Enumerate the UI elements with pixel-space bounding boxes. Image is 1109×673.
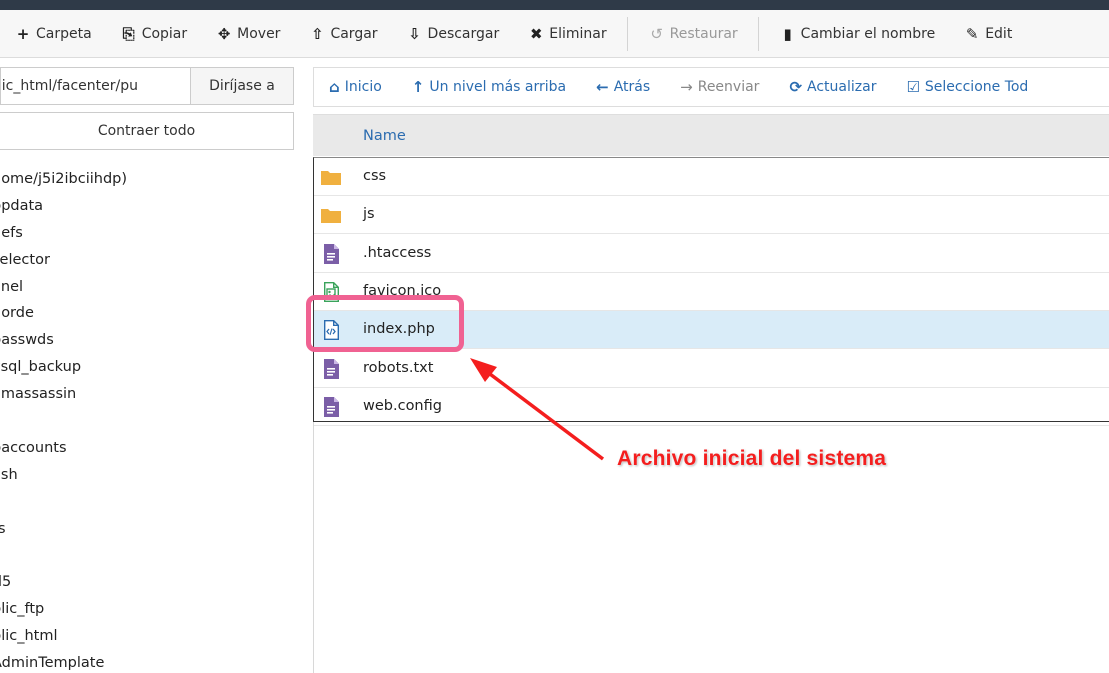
tree-item[interactable]: baccounts bbox=[0, 435, 300, 462]
tree-item[interactable]: blic_html bbox=[0, 623, 300, 650]
upload-icon: ⇧ bbox=[311, 24, 324, 43]
top-strip bbox=[0, 0, 1109, 10]
file-row[interactable]: robots.txt bbox=[314, 350, 1109, 388]
tree-item[interactable]: selector bbox=[0, 247, 300, 274]
toolbar-copiar-button[interactable]: ⎘ Copiar bbox=[106, 10, 201, 57]
checkbox-icon: ☑ bbox=[906, 78, 920, 96]
toolbar-separator bbox=[757, 16, 759, 51]
toolbar-cargar-button[interactable]: ⇧ Cargar bbox=[294, 10, 391, 57]
file-row[interactable]: web.config bbox=[314, 388, 1109, 426]
tree-item[interactable]: blic_ftp bbox=[0, 596, 300, 623]
text-file-icon bbox=[320, 396, 342, 417]
directory-tree: nome/j5i2ibciihdp)ppdatagefsselectoranel… bbox=[0, 166, 300, 673]
file-row[interactable]: js bbox=[314, 196, 1109, 235]
tree-item[interactable]: rl5 bbox=[0, 569, 300, 596]
toolbar-button-label: Cambiar el nombre bbox=[800, 25, 936, 42]
restore-icon: ↺ bbox=[650, 24, 663, 43]
toolbar-restaurar-button[interactable]: ↺ Restaurar bbox=[634, 10, 752, 57]
file-row[interactable]: .htaccess bbox=[314, 235, 1109, 273]
nav-button-label: Seleccione Tod bbox=[924, 79, 1029, 95]
rename-file-icon: ▮ bbox=[783, 24, 792, 43]
arrow-left-icon: ← bbox=[596, 78, 609, 96]
tree-item[interactable]: gefs bbox=[0, 220, 300, 247]
refresh-icon: ⟳ bbox=[789, 78, 803, 96]
file-name[interactable]: web.config bbox=[363, 388, 442, 425]
edit-pencil-icon: ✎ bbox=[965, 24, 979, 43]
toolbar-button-label: Edit bbox=[985, 25, 1013, 42]
tree-item[interactable]: ppdata bbox=[0, 193, 300, 220]
folder-icon bbox=[320, 205, 342, 225]
panel-divider bbox=[313, 418, 314, 673]
toolbar-cambiar-el-nombre-button[interactable]: ▮ Cambiar el nombre bbox=[765, 10, 950, 57]
tree-item[interactable]: AdminTemplate bbox=[0, 650, 300, 673]
path-group: blic_html/facenter/pu Diríjase a bbox=[0, 67, 294, 105]
tree-item[interactable]: h bbox=[0, 408, 300, 435]
text-file-icon bbox=[320, 358, 342, 379]
nav-button-label: Inicio bbox=[344, 79, 382, 95]
folder-icon bbox=[320, 167, 342, 187]
nav-button-label: Un nivel más arriba bbox=[429, 79, 567, 95]
toolbar-button-label: Restaurar bbox=[669, 25, 738, 42]
nav-button-label: Atrás bbox=[613, 79, 651, 95]
file-name[interactable]: js bbox=[363, 196, 375, 233]
tree-item[interactable]: ysql_backup bbox=[0, 354, 300, 381]
nav-button-label: Reenviar bbox=[697, 79, 760, 95]
toolbar-button-label: Descargar bbox=[427, 25, 500, 42]
toolbar-mover-button[interactable]: ✥ Mover bbox=[201, 10, 294, 57]
navigation-bar: ⌂ Inicio ↑ Un nivel más arriba ← Atrás → Reenvi… bbox=[313, 67, 1109, 107]
file-name[interactable]: css bbox=[363, 158, 386, 195]
tree-item[interactable]: anel bbox=[0, 274, 300, 301]
arrow-right-icon: → bbox=[680, 78, 693, 96]
tree-item[interactable]: : bbox=[0, 489, 300, 516]
file-list-header: Name bbox=[313, 114, 1109, 156]
tree-item[interactable]: il bbox=[0, 542, 300, 569]
collapse-all-button[interactable]: Contraer todo bbox=[0, 112, 294, 150]
toolbar-button-label: Cargar bbox=[330, 25, 378, 42]
toolbar: + Carpeta ⎘ Copiar ✥ Mover ⇧ Cargar ⇩ Descargar ✖ E… bbox=[0, 10, 1109, 58]
toolbar-carpeta-button[interactable]: + Carpeta bbox=[0, 10, 106, 57]
delete-icon: ✖ bbox=[529, 24, 543, 43]
toolbar-separator bbox=[626, 16, 628, 51]
file-name[interactable]: .htaccess bbox=[363, 235, 431, 272]
toolbar-button-label: Mover bbox=[237, 25, 281, 42]
annotation-label: Archivo inicial del sistema bbox=[617, 447, 887, 470]
copy-icon: ⎘ bbox=[122, 24, 135, 43]
toolbar-eliminar-button[interactable]: ✖ Eliminar bbox=[513, 10, 620, 57]
tree-item[interactable]: amassassin bbox=[0, 381, 300, 408]
file-row[interactable]: css bbox=[314, 158, 1109, 196]
tree-item[interactable]: passwds bbox=[0, 327, 300, 354]
file-name[interactable]: robots.txt bbox=[363, 350, 433, 387]
level-up-icon: ↑ bbox=[411, 78, 425, 96]
column-name-header[interactable]: Name bbox=[363, 128, 406, 144]
toolbar-button-label: Carpeta bbox=[36, 25, 92, 42]
download-icon: ⇩ bbox=[408, 24, 421, 43]
sidebar: blic_html/facenter/pu Diríjase a Contrae… bbox=[0, 58, 300, 673]
toolbar-edit-button[interactable]: ✎ Edit bbox=[949, 10, 1026, 57]
nav-atrás-button[interactable]: ← Atrás bbox=[581, 78, 665, 96]
home-icon: ⌂ bbox=[329, 78, 340, 96]
toolbar-button-label: Eliminar bbox=[549, 25, 607, 42]
toolbar-descargar-button[interactable]: ⇩ Descargar bbox=[392, 10, 514, 57]
path-input[interactable]: blic_html/facenter/pu bbox=[0, 67, 190, 105]
nav-inicio-button[interactable]: ⌂ Inicio bbox=[314, 78, 397, 96]
nav-actualizar-button[interactable]: ⟳ Actualizar bbox=[774, 78, 891, 96]
annotation-highlight-box bbox=[306, 295, 464, 352]
go-button[interactable]: Diríjase a bbox=[190, 67, 294, 105]
move-icon: ✥ bbox=[217, 24, 231, 43]
tree-item[interactable]: ash bbox=[0, 462, 300, 489]
tree-item[interactable]: rs bbox=[0, 516, 300, 543]
text-file-icon bbox=[320, 243, 342, 264]
tree-item[interactable]: nome/j5i2ibciihdp) bbox=[0, 166, 300, 193]
toolbar-button-label: Copiar bbox=[141, 25, 188, 42]
plus-icon: + bbox=[16, 24, 30, 43]
nav-button-label: Actualizar bbox=[807, 79, 877, 95]
nav-reenviar-button[interactable]: → Reenviar bbox=[665, 78, 774, 96]
nav-seleccione-tod-button[interactable]: ☑ Seleccione Tod bbox=[891, 78, 1043, 96]
tree-item[interactable]: horde bbox=[0, 300, 300, 327]
file-list: css js .htaccess favicon.ico index.php robots… bbox=[313, 157, 1109, 426]
nav-un-nivel-más-arriba-button[interactable]: ↑ Un nivel más arriba bbox=[397, 78, 581, 96]
